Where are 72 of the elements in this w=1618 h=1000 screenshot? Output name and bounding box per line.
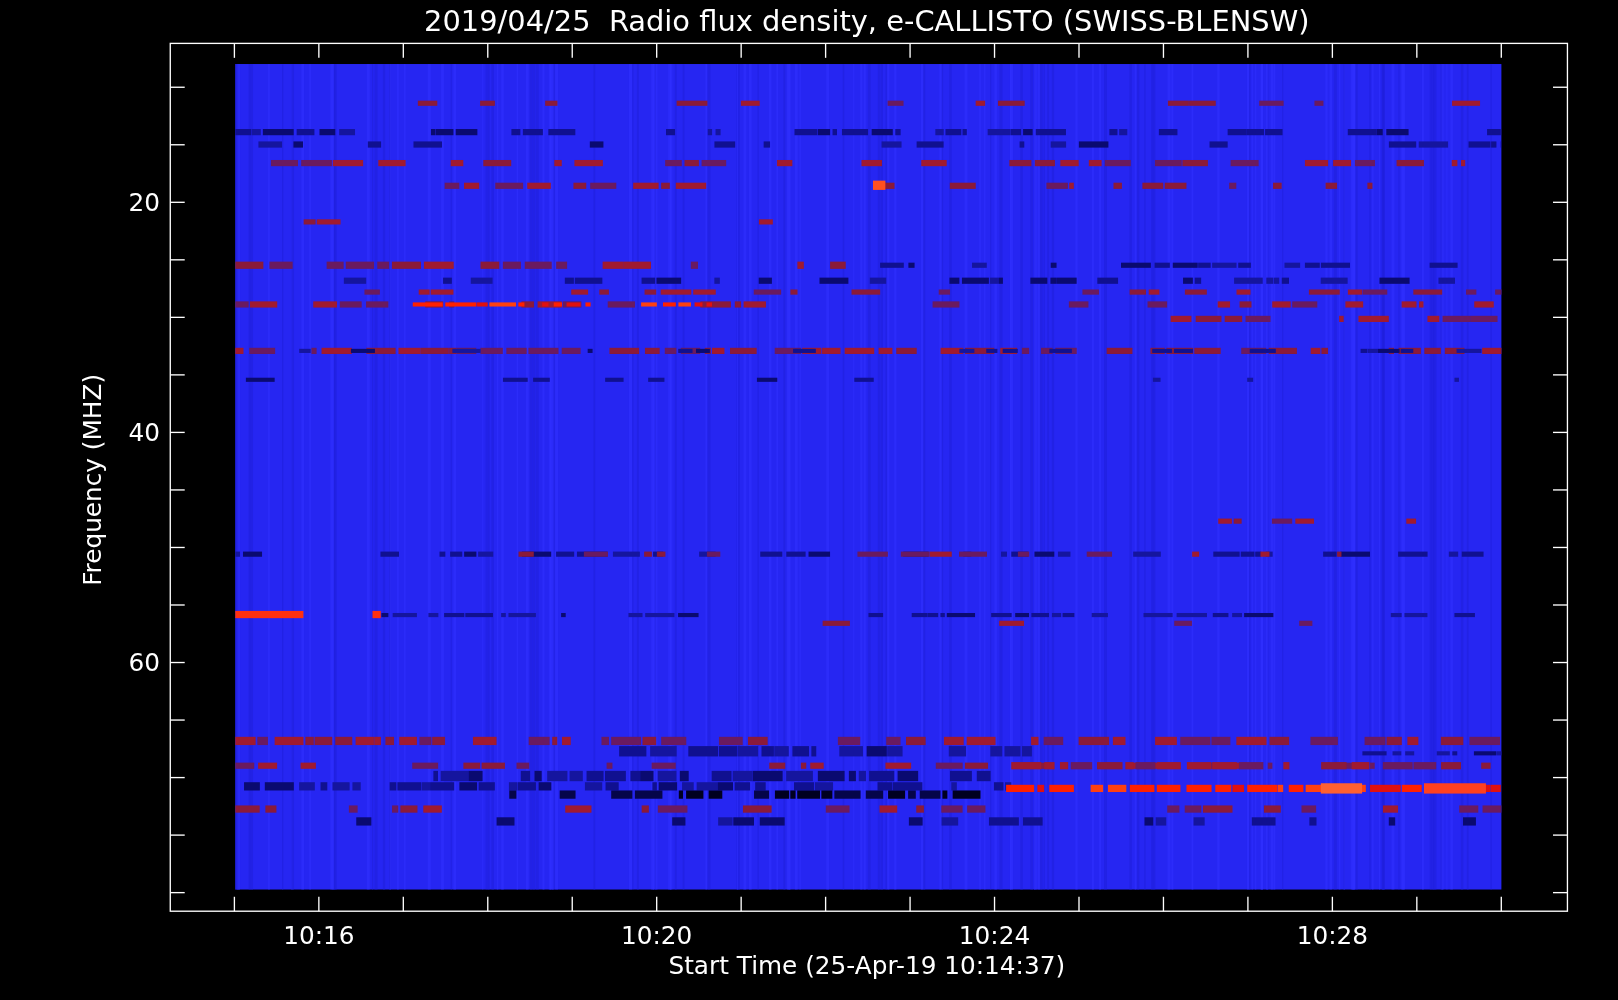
tick-mark — [1078, 42, 1080, 59]
tick-mark — [571, 896, 573, 912]
tick-mark — [571, 42, 573, 59]
tick-mark — [1552, 661, 1569, 664]
tick-mark — [169, 431, 186, 434]
tick-mark — [993, 896, 996, 912]
tick-mark — [1552, 316, 1569, 319]
tick-mark — [1552, 604, 1569, 606]
tick-mark — [1552, 719, 1569, 721]
tick-label: 10:16 — [283, 921, 355, 951]
tick-mark — [1552, 431, 1569, 434]
tick-mark — [318, 42, 320, 59]
tick-mark — [1078, 896, 1080, 912]
tick-mark — [1162, 896, 1165, 912]
tick-mark — [402, 42, 404, 59]
tick-mark — [487, 42, 489, 59]
tick-mark — [1552, 834, 1569, 836]
axis-title: Start Time (25-Apr-19 10:14:37) — [668, 951, 1066, 981]
tick-mark — [824, 42, 827, 59]
tick-mark — [169, 489, 186, 491]
tick-mark — [1331, 42, 1334, 59]
tick-mark — [1552, 201, 1569, 203]
tick-mark — [169, 201, 186, 203]
tick-mark — [233, 896, 236, 912]
tick-mark — [233, 42, 236, 59]
tick-mark — [1552, 86, 1569, 88]
tick-mark — [169, 144, 186, 146]
tick-mark — [1552, 144, 1569, 146]
tick-mark — [1552, 489, 1569, 491]
tick-mark — [909, 896, 911, 912]
tick-mark — [740, 896, 742, 912]
tick-mark — [1500, 42, 1502, 59]
tick-mark — [169, 374, 186, 376]
tick-mark — [169, 546, 186, 549]
tick-mark — [1247, 42, 1249, 59]
tick-mark — [1500, 896, 1502, 912]
tick-mark — [169, 604, 186, 606]
tick-mark — [740, 42, 742, 59]
tick-mark — [993, 42, 996, 59]
tick-mark — [169, 776, 186, 779]
tick-label: 40 — [128, 417, 160, 447]
tick-mark — [656, 896, 658, 912]
tick-mark — [169, 719, 186, 721]
tick-mark — [169, 86, 186, 88]
tick-label: 10:24 — [958, 921, 1031, 951]
axis-title: Frequency (MHZ) — [78, 373, 108, 586]
tick-mark — [824, 896, 827, 912]
tick-mark — [318, 896, 320, 912]
tick-mark — [656, 42, 658, 59]
tick-label: 20 — [128, 187, 160, 217]
tick-mark — [1162, 42, 1165, 59]
tick-mark — [169, 834, 186, 836]
tick-mark — [169, 316, 186, 319]
tick-label: 10:20 — [621, 921, 693, 951]
tick-label: 60 — [128, 647, 160, 677]
tick-label: 10:28 — [1296, 921, 1369, 951]
tick-mark — [909, 42, 911, 59]
tick-mark — [1331, 896, 1334, 912]
tick-mark — [1552, 374, 1569, 376]
tick-mark — [1416, 896, 1418, 912]
tick-mark — [1552, 776, 1569, 779]
tick-mark — [1552, 259, 1569, 261]
tick-mark — [1247, 896, 1249, 912]
tick-mark — [487, 896, 489, 912]
tick-mark — [1552, 546, 1569, 549]
chart-title: 2019/04/25 Radio flux density, e-CALLISTO (SWISS-BLENSW) — [424, 4, 1310, 38]
tick-mark — [169, 259, 186, 261]
tick-mark — [1416, 42, 1418, 59]
tick-mark — [402, 896, 404, 912]
tick-mark — [1552, 891, 1569, 894]
tick-mark — [169, 891, 186, 894]
tick-mark — [169, 661, 186, 664]
